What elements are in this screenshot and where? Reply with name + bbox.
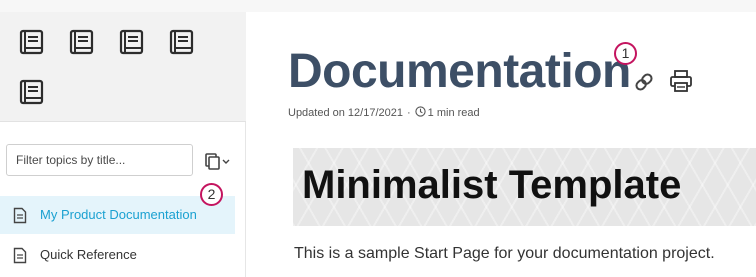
sidebar-item-quick-reference[interactable]: Quick Reference xyxy=(0,236,235,274)
copy-icon[interactable] xyxy=(204,152,232,170)
sidebar-item-label: My Product Documentation xyxy=(40,207,197,222)
print-icon[interactable] xyxy=(669,69,693,93)
top-bar xyxy=(0,0,756,12)
hero-title: Minimalist Template xyxy=(302,163,682,207)
document-icon xyxy=(13,247,27,264)
book-icon[interactable] xyxy=(19,79,45,105)
page-meta: Updated on 12/17/2021 · 1 min read xyxy=(288,106,480,119)
read-time: 1 min read xyxy=(427,107,480,119)
book-shelf xyxy=(0,12,246,122)
book-icon[interactable] xyxy=(19,29,45,55)
book-icon[interactable] xyxy=(169,29,195,55)
sidebar-item-my-product-documentation[interactable]: My Product Documentation xyxy=(0,196,235,234)
callout-badge-2: 2 xyxy=(200,183,223,206)
meta-separator: · xyxy=(407,107,411,119)
chevron-down-icon xyxy=(222,159,230,164)
book-icon[interactable] xyxy=(69,29,95,55)
link-icon[interactable] xyxy=(632,68,656,96)
sidebar-item-label: Quick Reference xyxy=(40,247,137,262)
callout-badge-1: 1 xyxy=(614,42,637,65)
book-icon[interactable] xyxy=(119,29,145,55)
sidebar: My Product Documentation Quick Reference xyxy=(0,12,246,277)
updated-date: Updated on 12/17/2021 xyxy=(288,107,403,119)
filter-topics-input[interactable] xyxy=(6,144,193,176)
clock-icon xyxy=(415,106,426,117)
intro-text: This is a sample Start Page for your doc… xyxy=(294,245,715,262)
page-title: Documentation xyxy=(288,45,631,98)
main-content: Documentation Updated on 12/17/2021 · 1 mi… xyxy=(247,12,756,277)
hero-banner: Minimalist Template xyxy=(293,148,756,226)
filter-row xyxy=(6,144,242,176)
document-icon xyxy=(13,207,27,224)
